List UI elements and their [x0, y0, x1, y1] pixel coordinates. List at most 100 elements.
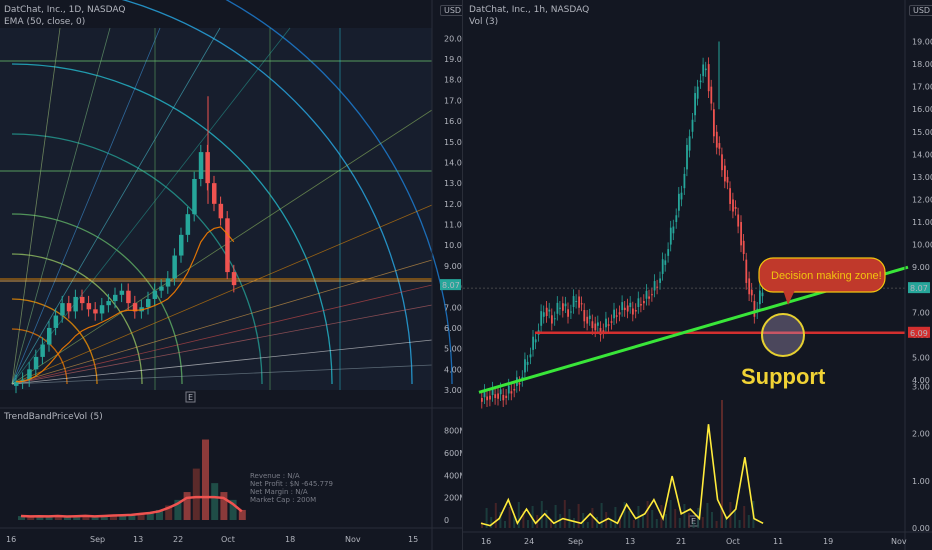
candle-body: [93, 309, 98, 314]
time-tick-label: 18: [285, 535, 295, 544]
time-tick-label: 16: [6, 535, 16, 544]
volume-bar: [202, 439, 209, 520]
volume-bar: [688, 513, 690, 528]
volume-bar: [706, 503, 709, 528]
candle-body: [507, 385, 510, 394]
volume-bar: [183, 492, 191, 520]
candle-body: [60, 303, 65, 316]
candle-body: [489, 395, 491, 400]
volume-bar: [651, 510, 654, 528]
candle-body: [726, 176, 729, 183]
price-tick-label: 17.00: [444, 96, 462, 105]
volume-bar: [586, 522, 589, 528]
candle-body: [759, 290, 761, 305]
volume-tick-label: 3.00: [912, 382, 930, 391]
volume-tick-label: 400M: [444, 471, 462, 480]
time-tick-label: 24: [524, 537, 534, 546]
volume-bar: [715, 521, 718, 528]
candle-body: [623, 307, 626, 311]
candle-body: [694, 93, 696, 116]
candle-body: [231, 272, 237, 286]
volume-bar: [632, 520, 635, 528]
last-price-label: 8.07: [910, 284, 928, 293]
candle-body: [591, 321, 594, 329]
price-tick-label: 13.00: [912, 173, 932, 182]
time-tick-label: 13: [133, 535, 143, 544]
volume-bar: [554, 505, 557, 528]
volume-bar: [747, 515, 750, 528]
fundamentals-info: Revenue : N/A: [250, 472, 300, 480]
candle-body: [225, 218, 230, 273]
candle-body: [683, 173, 686, 189]
fundamentals-info: Market Cap : 200M: [250, 496, 316, 504]
candle-body: [562, 303, 564, 311]
candle-body: [618, 312, 621, 315]
price-tick-label: 4.00: [444, 365, 462, 374]
price-tick-label: 20.00: [444, 34, 462, 43]
candle-body: [165, 278, 171, 287]
candle-body: [486, 396, 488, 401]
candle-body: [632, 308, 634, 315]
price-tick-label: 15.00: [444, 138, 462, 147]
candle-body: [742, 240, 745, 254]
volume-bar: [646, 501, 649, 528]
candle-body: [721, 154, 723, 171]
price-tick-label: 19.00: [444, 55, 462, 64]
candle-body: [667, 249, 670, 256]
price-tick-label: 12.00: [444, 200, 462, 209]
volume-bar: [573, 518, 575, 528]
candle-body: [645, 290, 648, 299]
price-tick-label: 12.00: [912, 195, 932, 204]
volume-bar: [628, 511, 631, 528]
price-tick-label: 10.00: [912, 241, 932, 250]
volume-bar: [683, 504, 686, 528]
last-price-label: 8.07: [442, 281, 460, 290]
left-chart-pane: DatChat, Inc., 1D, NASDAQ EMA (50, close…: [0, 0, 466, 550]
fundamentals-info: Net Margin : N/A: [250, 488, 308, 496]
decision-zone-circle: [761, 313, 805, 357]
time-tick-label: Oct: [221, 535, 235, 544]
volume-bar: [540, 501, 543, 528]
volume-bar: [734, 511, 736, 528]
candle-body: [542, 312, 545, 317]
time-tick-label: Nov: [891, 537, 907, 546]
candle-body: [675, 215, 678, 223]
volume-bar: [655, 519, 658, 528]
earnings-label: E: [188, 393, 193, 402]
price-tick-label: 11.00: [912, 218, 932, 227]
candle-body: [99, 305, 105, 314]
time-tick-label: 16: [481, 537, 491, 546]
price-tick-label: 13.00: [444, 179, 462, 188]
price-tick-label: 10.00: [444, 241, 462, 250]
price-tick-label: 9.00: [912, 263, 930, 272]
right-chart-canvas[interactable]: Decision making zone! Support 19.00 18.00 17…: [463, 0, 932, 550]
candle-body: [661, 259, 664, 274]
left-chart-canvas[interactable]: 20.00 19.00 18.00 17.00 16.00 15.00 14.00 13.00…: [0, 0, 462, 550]
volume-bar: [211, 483, 219, 520]
candle-body: [119, 290, 125, 295]
candle-body: [40, 344, 45, 357]
price-tick-label: 15.00: [912, 128, 932, 137]
candle-body: [556, 302, 559, 314]
volume-bar: [642, 515, 644, 528]
time-tick-label: 19: [823, 537, 833, 546]
candle-body: [696, 86, 699, 99]
price-tick-label: 11.00: [444, 221, 462, 230]
time-tick-label: 13: [625, 537, 635, 546]
candle-body: [718, 143, 721, 149]
candle-body: [672, 226, 675, 234]
candle-body: [669, 227, 672, 245]
volume-bar: [508, 507, 511, 528]
candle-body: [737, 214, 740, 227]
time-tick-label: 15: [408, 535, 418, 544]
volume-bar: [490, 517, 493, 528]
candle-body: [179, 234, 184, 256]
time-tick-label: Sep: [90, 535, 105, 544]
volume-tick-label: 800M: [444, 427, 462, 436]
volume-bar: [238, 509, 246, 520]
volume-bar: [577, 504, 580, 528]
candle-body: [734, 206, 737, 209]
volume-bar: [669, 500, 672, 528]
candle-body: [86, 303, 92, 310]
candle-body: [559, 307, 561, 309]
